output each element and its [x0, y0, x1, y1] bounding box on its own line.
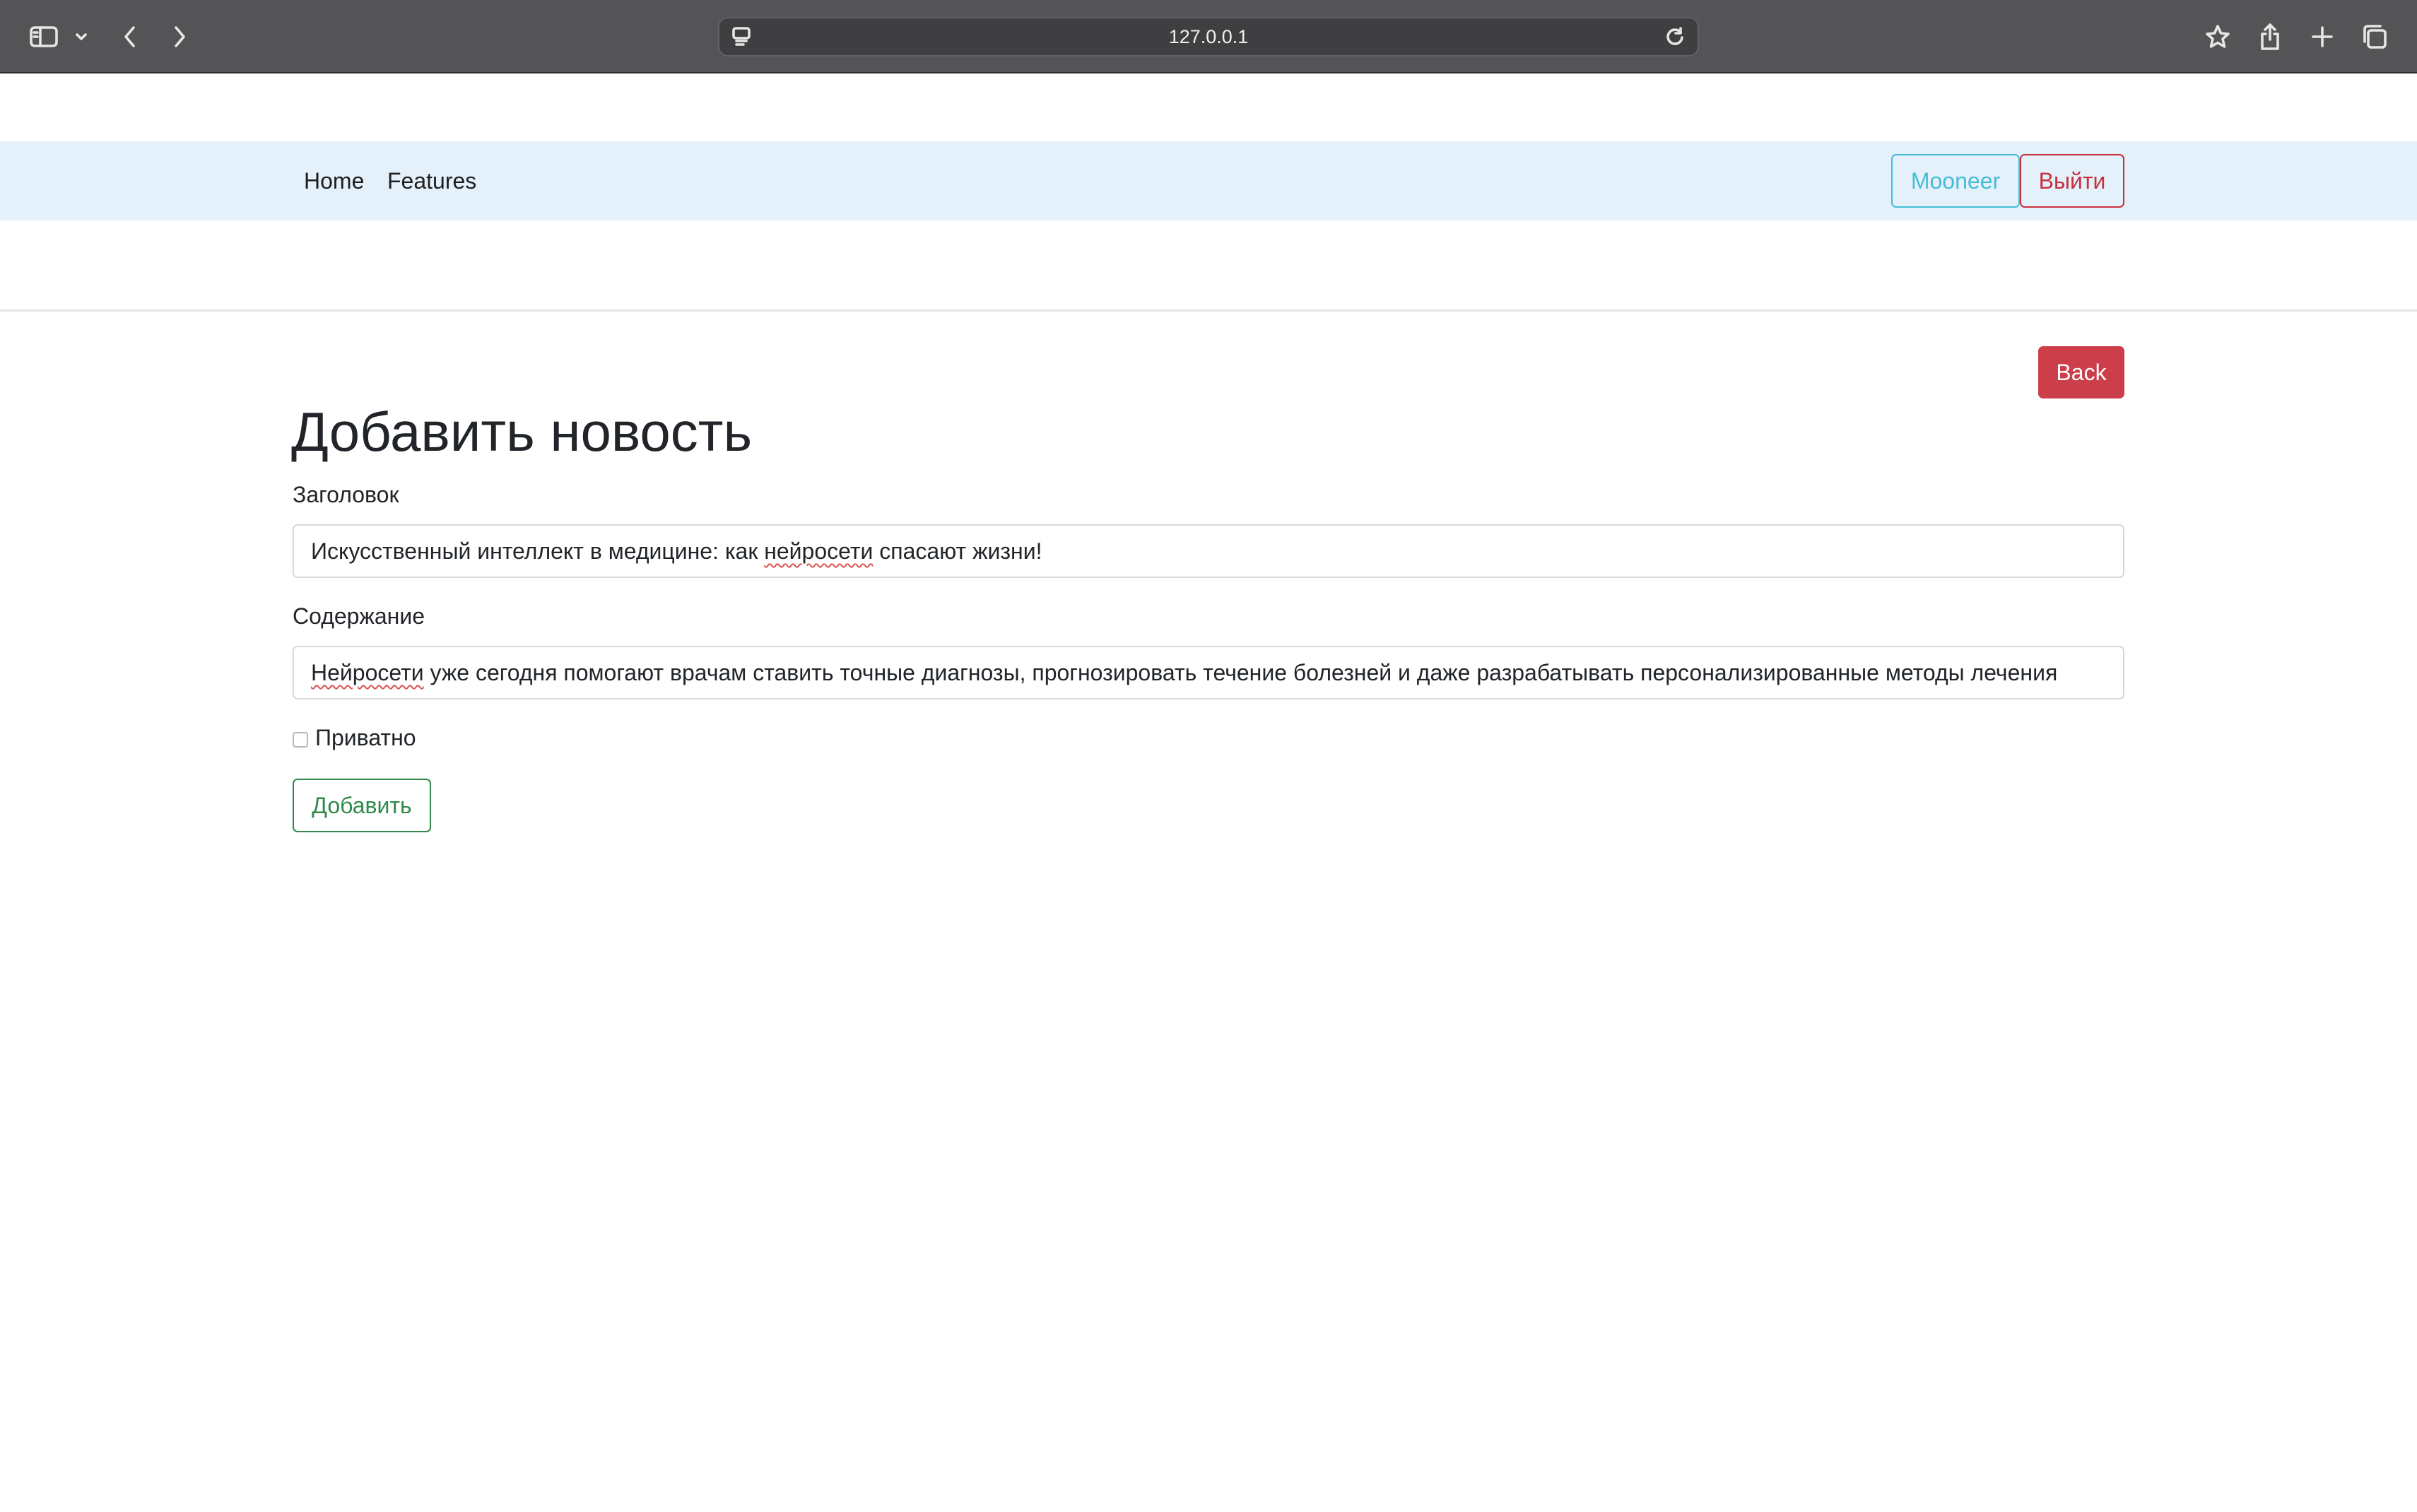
content-input-text: уже сегодня помогают врачам ставить точн…	[423, 660, 2058, 685]
private-checkbox[interactable]	[293, 732, 308, 748]
url-text: 127.0.0.1	[1168, 26, 1249, 47]
tabs-icon[interactable]	[2358, 0, 2392, 73]
star-icon[interactable]	[2201, 0, 2235, 73]
user-button[interactable]: Mooneer	[1891, 154, 2020, 208]
navbar: Home Features Mooneer Выйти	[0, 141, 2417, 220]
plus-icon[interactable]	[2305, 0, 2339, 73]
share-icon[interactable]	[2253, 0, 2287, 73]
title-input-text-end: спасают жизни!	[873, 538, 1042, 564]
private-checkbox-label[interactable]: Приватно	[315, 725, 416, 751]
title-field-label: Заголовок	[293, 482, 399, 507]
page-title: Добавить новость	[291, 401, 753, 463]
title-input-text-start: Искусственный интеллект в медицине: как	[311, 538, 765, 564]
divider	[0, 309, 2417, 312]
sidebar-icon[interactable]	[25, 0, 62, 73]
content-input-misspelled-word: Нейросети	[311, 660, 424, 685]
logout-button[interactable]: Выйти	[2020, 154, 2124, 208]
content-input[interactable]: Нейросети уже сегодня помогают врачам ст…	[293, 646, 2124, 699]
title-input-misspelled-word: нейросети	[764, 538, 874, 564]
back-button[interactable]: Back	[2038, 346, 2124, 398]
nav-features-link[interactable]: Features	[387, 141, 476, 220]
chevron-down-icon[interactable]	[71, 0, 92, 73]
address-bar[interactable]: 127.0.0.1	[718, 17, 1699, 57]
reload-icon[interactable]	[1664, 25, 1686, 52]
browser-toolbar: 127.0.0.1	[0, 0, 2417, 73]
back-arrow-icon[interactable]	[114, 0, 146, 73]
content-field-label: Содержание	[293, 603, 425, 629]
add-news-button[interactable]: Добавить	[293, 779, 431, 832]
forward-arrow-icon[interactable]	[164, 0, 195, 73]
nav-home-link[interactable]: Home	[304, 141, 364, 220]
title-input[interactable]: Искусственный интеллект в медицине: как …	[293, 524, 2124, 578]
